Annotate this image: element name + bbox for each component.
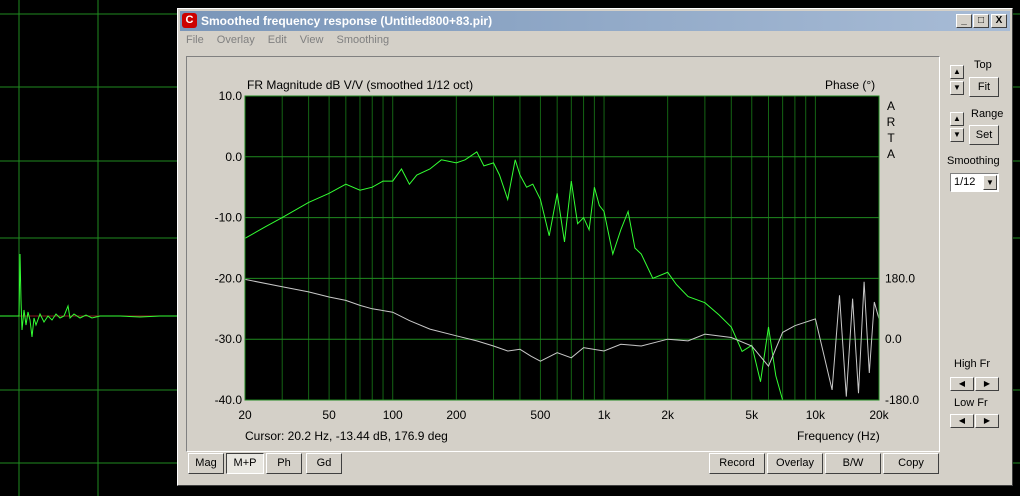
x-tick-label: 10k [806, 408, 826, 422]
x-tick-label: 50 [322, 408, 336, 422]
low-fr-label: Low Fr [954, 397, 988, 409]
range-up-button[interactable]: ▲ [950, 112, 964, 126]
chevron-down-icon[interactable]: ▼ [983, 175, 997, 190]
high-fr-left-button[interactable]: ◀ [950, 377, 974, 391]
phase-tick-label: 0.0 [885, 332, 902, 346]
x-tick-label: 20k [869, 408, 889, 422]
app-icon: C [182, 13, 197, 28]
frequency-response-chart[interactable]: 20 50 100 200 500 1k 2k 5k 10k 20k 10.0 0.0 -10.0 -20… [187, 57, 939, 451]
mag-button[interactable]: Mag [188, 453, 224, 474]
impulse-trace [0, 253, 177, 338]
minimize-button[interactable]: _ [956, 14, 972, 28]
y-tick-label: 0.0 [225, 150, 242, 164]
menu-overlay[interactable]: Overlay [217, 34, 255, 46]
menu-edit[interactable]: Edit [268, 34, 287, 46]
x-tick-label: 2k [661, 408, 675, 422]
x-tick-label: 500 [530, 408, 550, 422]
menu-file[interactable]: File [186, 34, 204, 46]
mag-phase-button[interactable]: M+P [226, 453, 264, 474]
top-up-button[interactable]: ▲ [950, 65, 964, 79]
x-tick-label: 200 [446, 408, 466, 422]
overlay-button[interactable]: Overlay [767, 453, 823, 474]
group-delay-button[interactable]: Gd [306, 453, 342, 474]
menu-bar: File Overlay Edit View Smoothing [186, 34, 399, 50]
phase-tick-label: -180.0 [885, 393, 919, 407]
x-tick-label: 5k [745, 408, 759, 422]
set-button[interactable]: Set [969, 125, 999, 145]
copy-button[interactable]: Copy [883, 453, 939, 474]
plot-panel: FR Magnitude dB V/V (smoothed 1/12 oct) … [186, 56, 940, 452]
y-tick-label: 10.0 [219, 89, 243, 103]
low-fr-right-button[interactable]: ▶ [975, 414, 999, 428]
y-tick-label: -40.0 [215, 393, 243, 407]
title-bar[interactable]: C Smoothed frequency response (Untitled8… [180, 11, 1010, 31]
top-label: Top [974, 59, 992, 71]
smoothing-select[interactable]: 1/12 ▼ [950, 173, 999, 192]
y-tick-label: -20.0 [215, 271, 243, 285]
x-tick-label: 1k [598, 408, 612, 422]
phase-tick-label: 180.0 [885, 271, 915, 285]
window-title: Smoothed frequency response (Untitled800… [201, 14, 493, 28]
smoothing-value: 1/12 [954, 176, 976, 188]
menu-smoothing[interactable]: Smoothing [337, 34, 390, 46]
range-label: Range [971, 108, 1004, 120]
x-tick-label: 100 [383, 408, 403, 422]
top-down-button[interactable]: ▼ [950, 81, 964, 95]
low-fr-left-button[interactable]: ◀ [950, 414, 974, 428]
smoothing-label: Smoothing [947, 155, 1000, 167]
y-tick-label: -10.0 [215, 211, 243, 225]
phase-button[interactable]: Ph [266, 453, 302, 474]
fit-button[interactable]: Fit [969, 77, 999, 97]
menu-view[interactable]: View [300, 34, 324, 46]
range-down-button[interactable]: ▼ [950, 128, 964, 142]
maximize-button[interactable]: □ [973, 14, 989, 28]
record-button[interactable]: Record [709, 453, 765, 474]
frequency-axis-label: Frequency (Hz) [797, 429, 880, 443]
bw-button[interactable]: B/W [825, 453, 881, 474]
y-tick-label: -30.0 [215, 332, 243, 346]
close-button[interactable]: X [991, 14, 1007, 28]
cursor-readout: Cursor: 20.2 Hz, -13.44 dB, 176.9 deg [245, 429, 448, 443]
frequency-response-window: C Smoothed frequency response (Untitled8… [177, 8, 1013, 486]
x-tick-label: 20 [238, 408, 252, 422]
high-fr-label: High Fr [954, 358, 991, 370]
high-fr-right-button[interactable]: ▶ [975, 377, 999, 391]
